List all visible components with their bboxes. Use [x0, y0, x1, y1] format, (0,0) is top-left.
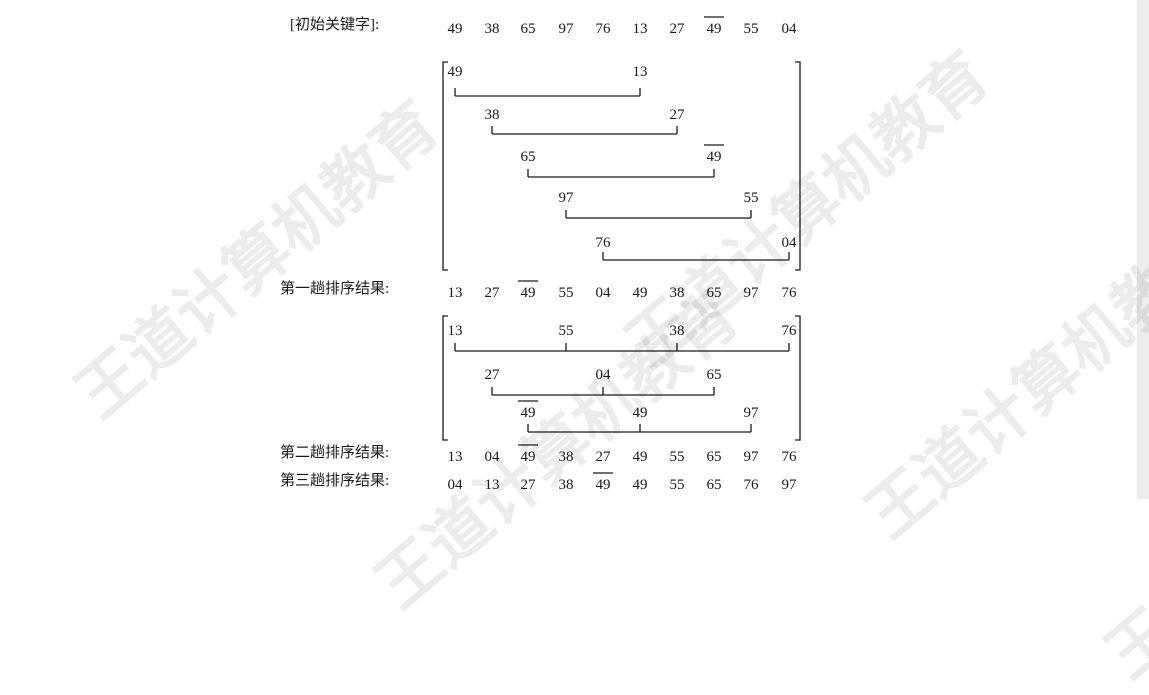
key-value: 97: [782, 477, 798, 493]
group-key: 27: [670, 107, 686, 123]
key-value: 27: [596, 449, 612, 465]
key-value: 65: [707, 285, 722, 301]
group-key: 49: [448, 64, 463, 80]
key-value: 76: [782, 449, 798, 465]
key-value: 97: [744, 285, 760, 301]
key-value: 49: [707, 21, 722, 37]
group-key: 49: [633, 405, 648, 421]
key-value: 13: [485, 477, 500, 493]
group-key: 38: [670, 323, 685, 339]
group-key: 49: [521, 405, 536, 421]
key-value: 38: [559, 449, 574, 465]
key-value: 65: [707, 477, 722, 493]
diagram-canvas: [初始关键字]: 49 38 65 97 76 13 27 49 55 04 第一趟排序结果: 13 27…: [280, 16, 801, 493]
group-key: 04: [596, 367, 612, 383]
key-value: 76: [782, 285, 798, 301]
side-strip: [1137, 0, 1149, 499]
key-value: 49: [521, 449, 536, 465]
key-value: 49: [633, 285, 648, 301]
group-key: 97: [744, 405, 760, 421]
key-value: 38: [559, 477, 574, 493]
key-value: 04: [596, 285, 612, 301]
group-key: 13: [633, 64, 648, 80]
group-key: 97: [559, 190, 575, 206]
shell-sort-diagram: [初始关键字]: 49 38 65 97 76 13 27 49 55 04 第一趟排序结果: 13 27…: [0, 0, 1149, 499]
key-value: 55: [744, 21, 759, 37]
group-key: 65: [521, 149, 536, 165]
key-value: 55: [670, 449, 685, 465]
key-value: 27: [485, 285, 501, 301]
group-key: 55: [744, 190, 759, 206]
key-value: 49: [633, 449, 648, 465]
group-key: 27: [485, 367, 501, 383]
key-value: 27: [521, 477, 537, 493]
group-key: 13: [448, 323, 463, 339]
key-value: 55: [559, 285, 574, 301]
group-key: 38: [485, 107, 500, 123]
row-label-pass2: 第二趟排序结果:: [280, 443, 389, 461]
row-label-pass3: 第三趟排序结果:: [280, 471, 389, 489]
key-value: 13: [448, 449, 463, 465]
key-value: 04: [448, 477, 464, 493]
left-bracket: [442, 61, 448, 271]
row-label-pass1: 第一趟排序结果:: [280, 279, 389, 297]
key-value: 76: [596, 21, 612, 37]
group-key: 76: [782, 323, 798, 339]
key-value: 04: [485, 449, 501, 465]
key-value: 04: [782, 21, 798, 37]
key-value: 65: [521, 21, 536, 37]
key-value: 13: [633, 21, 648, 37]
group-key: 65: [707, 367, 722, 383]
key-value: 49: [596, 477, 611, 493]
group-key: 55: [559, 323, 574, 339]
key-value: 49: [521, 285, 536, 301]
group-key: 76: [596, 235, 612, 251]
group-key: 04: [782, 235, 798, 251]
row-label-initial: [初始关键字]:: [290, 16, 379, 33]
key-value: 76: [744, 477, 760, 493]
group-key: 49: [707, 149, 722, 165]
key-value: 49: [633, 477, 648, 493]
key-value: 65: [707, 449, 722, 465]
key-value: 55: [670, 477, 685, 493]
key-value: 13: [448, 285, 463, 301]
key-value: 49: [448, 21, 463, 37]
key-value: 97: [559, 21, 575, 37]
key-value: 97: [744, 449, 760, 465]
key-value: 27: [670, 21, 686, 37]
key-value: 38: [670, 285, 685, 301]
key-value: 38: [485, 21, 500, 37]
